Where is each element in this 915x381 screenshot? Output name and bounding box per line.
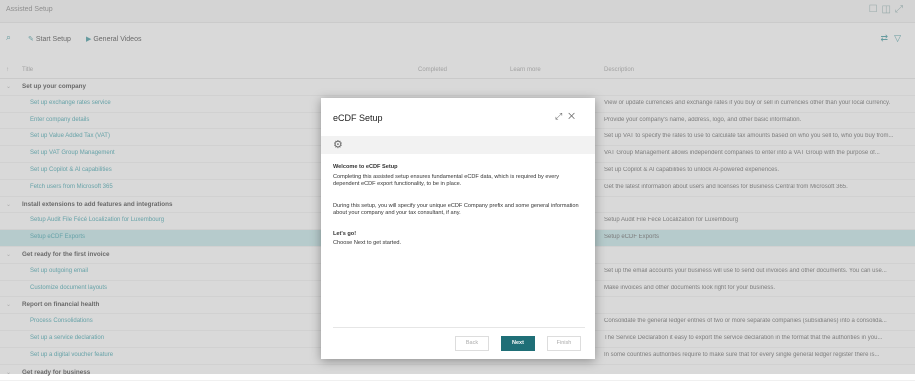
ecdf-setup-dialog: eCDF Setup ⤢✕ ⚙ Welcome to eCDF Setup Co…	[321, 98, 595, 359]
dialog-controls: ⤢✕	[555, 111, 581, 122]
back-button[interactable]: Back	[455, 336, 489, 351]
expand-icon[interactable]: ⤢	[555, 111, 568, 121]
welcome-heading: Welcome to eCDF Setup	[333, 164, 398, 170]
lets-go-heading: Let's go!	[333, 231, 357, 238]
intro-paragraph: Completing this assisted setup ensures f…	[333, 174, 560, 188]
next-button[interactable]: Next	[501, 336, 535, 351]
close-icon[interactable]: ✕	[568, 111, 581, 121]
choose-next-text: Choose Next to get started.	[333, 240, 402, 247]
dialog-footer: Back Next Finish	[333, 327, 585, 354]
dialog-title: eCDF Setup	[333, 113, 383, 123]
dialog-banner: ⚙	[321, 136, 595, 154]
details-paragraph: During this setup, you will specify your…	[333, 202, 579, 216]
assisted-setup-page: Assisted Setup ☐◫⤢ ⌕ ✎ Start Setup ▶ Gen…	[0, 0, 915, 381]
gear-icon: ⚙	[333, 139, 343, 151]
dialog-body: Welcome to eCDF Setup Completing this as…	[333, 164, 585, 255]
finish-button[interactable]: Finish	[547, 336, 581, 351]
